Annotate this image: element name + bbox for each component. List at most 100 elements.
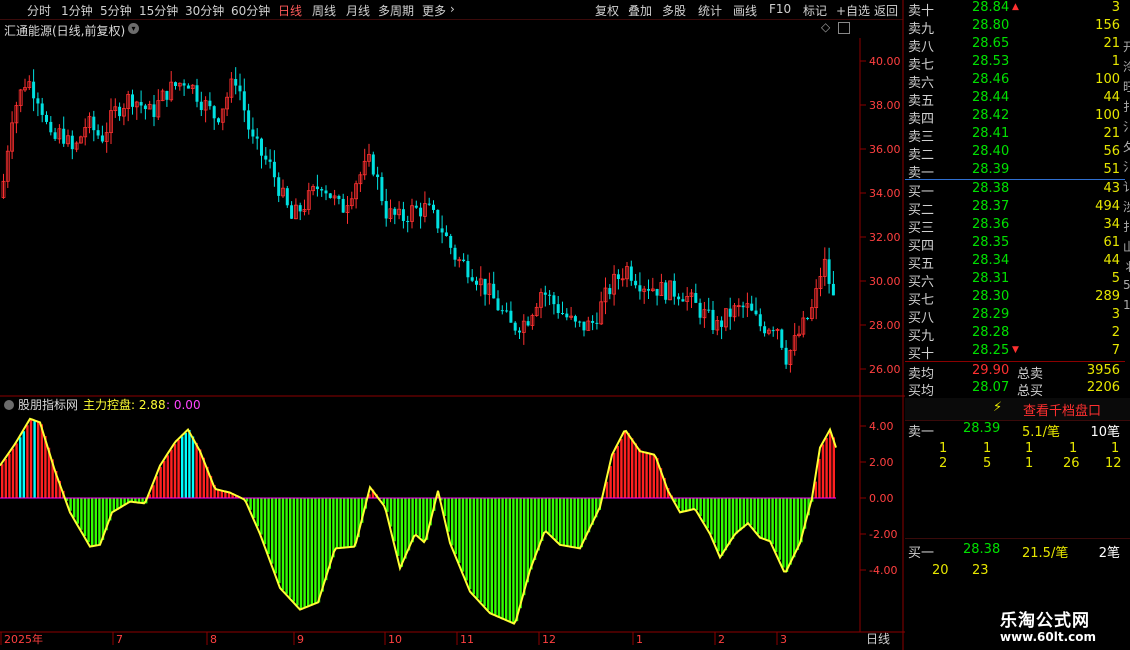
bids-level-row[interactable]: 买四 28.35 61 xyxy=(905,235,1130,254)
side-char: 氵 xyxy=(1123,120,1130,134)
bids-level-row[interactable]: 买六 28.31 5 xyxy=(905,271,1130,290)
indicator-bar xyxy=(11,448,15,498)
indicator-bar xyxy=(195,442,198,498)
indicator-bar xyxy=(310,498,313,606)
queue-cell: 1 xyxy=(1069,441,1078,456)
level-price: 28.30 xyxy=(972,289,1010,304)
kline-and-indicator-chart[interactable]: 40.0038.0036.0034.0032.0030.0028.0026.00… xyxy=(0,0,905,650)
indicator-bar xyxy=(634,443,637,498)
indicator-bar xyxy=(451,498,454,546)
indicator-bar xyxy=(778,498,781,560)
indicator-bar xyxy=(335,498,339,549)
indicator-bar xyxy=(37,421,40,498)
view-depth-button[interactable]: 查看千档盘口 xyxy=(1023,400,1101,419)
asks-level-row[interactable]: 卖七 28.53 1 xyxy=(905,54,1130,73)
indicator-bar xyxy=(613,452,616,498)
time-label: 1 xyxy=(636,633,643,646)
indicator-tick-label: -4.00 xyxy=(869,564,897,577)
indicator-bar xyxy=(505,498,508,620)
indicator-bar xyxy=(562,498,565,546)
candle-body xyxy=(518,330,521,333)
candle-body xyxy=(475,280,478,285)
side-char: 5 xyxy=(1123,278,1130,292)
indicator-bar xyxy=(728,498,731,545)
candle-body xyxy=(298,205,302,212)
level-volume: 494 xyxy=(1095,199,1120,214)
candle-body xyxy=(324,190,328,194)
queue-cell: 1 xyxy=(1025,441,1034,456)
candle-body xyxy=(393,208,397,215)
level-price: 28.44 xyxy=(972,90,1010,105)
indicator-bar xyxy=(94,498,97,546)
candle-body xyxy=(526,321,530,326)
candle-body xyxy=(591,321,595,323)
bids-level-row[interactable]: 买二 28.37 494 xyxy=(905,199,1130,218)
candle-body xyxy=(509,310,513,323)
candle-body xyxy=(462,259,466,262)
side-char: 1 xyxy=(1123,298,1130,312)
asks-level-row[interactable]: 卖八 28.65 21 xyxy=(905,36,1130,55)
indicator-bar xyxy=(501,498,504,619)
level-price: 28.37 xyxy=(972,199,1010,214)
candle-body xyxy=(380,177,384,202)
price-tick-label: 40.00 xyxy=(869,55,901,68)
asks-level-row[interactable]: 卖三 28.41 21 xyxy=(905,126,1130,145)
candle-body xyxy=(62,128,66,144)
indicator-chevron-icon[interactable] xyxy=(4,400,14,410)
bids-level-row[interactable]: 买一 28.38 43 xyxy=(905,181,1130,200)
book-summary-buy-total: 2206 xyxy=(1086,380,1120,395)
candle-body xyxy=(174,82,177,86)
time-label: 12 xyxy=(542,633,556,646)
level-price: 28.36 xyxy=(972,217,1010,232)
candle-body xyxy=(401,209,405,221)
indicator-bar xyxy=(263,498,267,545)
indicator-bar xyxy=(249,498,252,510)
indicator-bar xyxy=(285,498,288,594)
candle-body xyxy=(199,101,203,111)
level-price: 28.84 xyxy=(972,0,1010,15)
indicator-bar xyxy=(191,436,195,498)
asks-level-row[interactable]: 卖四 28.42 100 xyxy=(905,108,1130,127)
indicator-bar xyxy=(317,498,321,603)
indicator-bar xyxy=(494,498,497,616)
side-char: 夂 xyxy=(1123,140,1130,154)
bids-level-row[interactable]: 买三 28.36 34 xyxy=(905,217,1130,236)
candle-body xyxy=(741,305,745,308)
level-volume: 7 xyxy=(1111,343,1120,358)
bids-level-row[interactable]: 买五 28.34 44 xyxy=(905,253,1130,272)
indicator-bar xyxy=(393,498,396,542)
indicator-bar xyxy=(472,498,475,595)
candle-body xyxy=(552,295,556,305)
asks-level-row[interactable]: 卖五 28.44 44 xyxy=(905,90,1130,109)
price-tick-label: 28.00 xyxy=(869,319,901,332)
candle-body xyxy=(827,259,831,284)
candle-body xyxy=(268,159,272,162)
candle-body xyxy=(143,105,147,110)
indicator-tick-label: -2.00 xyxy=(869,528,897,541)
candle-body xyxy=(505,310,509,312)
candle-body xyxy=(638,285,642,292)
asks-level-row[interactable]: 卖二 28.40 56 xyxy=(905,144,1130,163)
indicator-bar xyxy=(699,498,702,517)
down-arrow-icon: ▼ xyxy=(1012,345,1019,355)
indicator-bar xyxy=(677,498,681,509)
indicator-bar xyxy=(789,498,792,565)
indicator-bar xyxy=(299,498,303,610)
queue-cell: 1 xyxy=(983,441,992,456)
asks-level-row[interactable]: 卖六 28.46 100 xyxy=(905,72,1130,91)
indicator-bar xyxy=(465,498,468,581)
level-price: 28.41 xyxy=(972,126,1010,141)
bids-level-row[interactable]: 买八 28.29 3 xyxy=(905,307,1130,326)
asks-level-row[interactable]: 卖九 28.80 156 xyxy=(905,18,1130,37)
candle-body xyxy=(341,198,345,213)
candle-body xyxy=(414,205,418,208)
queue-cell: 5 xyxy=(983,456,992,471)
asks-level-row[interactable]: 卖一 28.39 51 xyxy=(905,162,1130,181)
indicator-bar xyxy=(623,431,627,498)
indicator-bar xyxy=(695,498,699,511)
bids-level-row[interactable]: 买七 28.30 289 xyxy=(905,289,1130,308)
indicator-bar xyxy=(627,433,630,498)
bids-level-row[interactable]: 买九 28.28 2 xyxy=(905,325,1130,344)
indicator-bar xyxy=(818,458,821,498)
queue-sell1-count: 10笔 xyxy=(1090,425,1120,440)
